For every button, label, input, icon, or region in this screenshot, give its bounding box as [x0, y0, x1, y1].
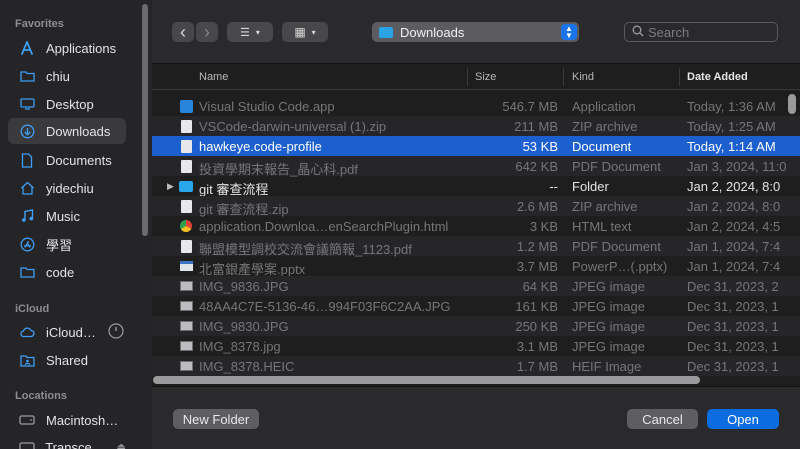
sidebar-item-macintosh-hd[interactable]: Macintosh…: [8, 407, 126, 433]
sidebar-item-desktop[interactable]: Desktop: [8, 91, 126, 117]
table-row[interactable]: 聯盟模型調校交流會議簡報_1123.pdf 1.2 MB PDF Documen…: [152, 236, 800, 257]
table-row[interactable]: IMG_8378.HEIC 1.7 MB HEIF Image Dec 31, …: [152, 356, 800, 376]
column-header-date-added[interactable]: Date Added: [687, 71, 748, 83]
table-row[interactable]: application.Downloa…enSearchPlugin.html …: [152, 216, 800, 236]
table-row[interactable]: IMG_9836.JPG 64 KB JPEG image Dec 31, 20…: [152, 276, 800, 296]
location-popup[interactable]: Downloads ▲ ▼: [372, 22, 579, 42]
sidebar-item-downloads[interactable]: Downloads: [8, 118, 126, 144]
downloads-icon: [16, 122, 38, 140]
table-row[interactable]: 北富銀產學案.pptx 3.7 MB PowerP…(.pptx) Jan 1,…: [152, 256, 800, 277]
table-row[interactable]: IMG_9830.JPG 250 KB JPEG image Dec 31, 2…: [152, 316, 800, 336]
search-field[interactable]: [624, 22, 778, 42]
back-button[interactable]: ‹: [172, 22, 194, 42]
chevron-down-icon: ▾: [311, 27, 316, 37]
grid-view-icon: ▦: [294, 25, 306, 39]
table-row-selected[interactable]: hawkeye.code-profile 53 KB Document Toda…: [152, 136, 800, 156]
toolbar: ‹ › ☰ ▾ ▦ ▾ Downloads ▲ ▼: [152, 0, 800, 64]
document-icon: [179, 139, 193, 153]
column-header-name[interactable]: Name: [199, 71, 228, 83]
list-view-icon: ☰: [240, 26, 250, 39]
folder-icon: [379, 26, 393, 38]
pdf-icon: [179, 239, 193, 253]
sidebar-scrollbar[interactable]: [142, 4, 148, 236]
desktop-icon: [16, 95, 38, 113]
table-row[interactable]: VSCode-darwin-universal (1).zip 211 MB Z…: [152, 116, 800, 136]
chevron-down-icon: ▾: [255, 27, 260, 37]
folder-icon: [179, 179, 193, 193]
search-icon: [632, 25, 644, 40]
app-store-icon: [16, 235, 38, 253]
folder-icon: [16, 67, 38, 85]
external-disk-icon: [16, 438, 37, 449]
file-rows: Visual Studio Code.app 546.7 MB Applicat…: [152, 96, 800, 376]
cancel-button[interactable]: Cancel: [627, 409, 698, 429]
home-icon: [16, 179, 38, 197]
table-row[interactable]: IMG_8378.jpg 3.1 MB JPEG image Dec 31, 2…: [152, 336, 800, 356]
document-icon: [16, 151, 38, 169]
table-row[interactable]: ▶ git 審查流程 -- Folder Jan 2, 2024, 8:0: [152, 176, 800, 197]
image-icon: [179, 299, 193, 313]
chevron-left-icon: ‹: [180, 22, 186, 42]
sidebar-item-code[interactable]: code: [8, 259, 126, 285]
new-folder-button[interactable]: New Folder: [173, 409, 259, 429]
column-header-size[interactable]: Size: [475, 71, 496, 83]
pdf-icon: [179, 159, 193, 173]
column-divider[interactable]: [679, 68, 680, 86]
sidebar-item-transcend[interactable]: Transce… ⏏: [8, 434, 126, 449]
table-row[interactable]: Visual Studio Code.app 546.7 MB Applicat…: [152, 96, 800, 116]
applications-icon: [16, 39, 38, 57]
image-icon: [179, 359, 193, 373]
music-icon: [16, 207, 38, 225]
sidebar-item-documents[interactable]: Documents: [8, 147, 126, 173]
open-button[interactable]: Open: [707, 409, 779, 429]
vscode-icon: [179, 99, 193, 113]
sidebar-item-study[interactable]: 學習: [8, 231, 126, 257]
file-list: Name Size Kind Date Added Visual Studio …: [152, 64, 800, 386]
zip-icon: [179, 199, 193, 213]
section-favorites-heading: Favorites: [15, 18, 64, 30]
pptx-icon: [179, 259, 193, 273]
disclosure-triangle-icon[interactable]: ▶: [167, 181, 177, 192]
sidebar-item-shared[interactable]: Shared: [8, 347, 126, 373]
table-row[interactable]: 48AA4C7E-5136-46…994F03F6C2AA.JPG 161 KB…: [152, 296, 800, 316]
table-row[interactable]: git 審查流程.zip 2.6 MB ZIP archive Jan 2, 2…: [152, 196, 800, 217]
disk-icon: [16, 411, 38, 429]
chrome-icon: [179, 219, 193, 233]
section-icloud-heading: iCloud: [15, 303, 50, 315]
eject-icon[interactable]: ⏏: [117, 442, 126, 449]
image-icon: [179, 279, 193, 293]
shared-folder-icon: [16, 351, 38, 369]
forward-button[interactable]: ›: [196, 22, 218, 42]
image-icon: [179, 339, 193, 353]
sidebar-item-icloud-drive[interactable]: iCloud…: [8, 319, 126, 345]
chevron-right-icon: ›: [204, 22, 210, 42]
search-input[interactable]: [648, 24, 768, 40]
vertical-scrollbar[interactable]: [788, 94, 796, 114]
image-icon: [179, 319, 193, 333]
horizontal-scrollbar[interactable]: [153, 376, 700, 384]
sidebar-item-chiu[interactable]: chiu: [8, 63, 126, 89]
zip-icon: [179, 119, 193, 133]
cloud-icon: [16, 323, 38, 341]
up-down-arrows-icon: ▲ ▼: [561, 24, 577, 40]
location-label: Downloads: [400, 24, 465, 40]
sidebar-item-music[interactable]: Music: [8, 203, 126, 229]
column-header-row: Name Size Kind Date Added: [152, 64, 800, 90]
view-grid-button[interactable]: ▦ ▾: [282, 22, 328, 42]
icloud-progress-icon: [108, 322, 124, 342]
sidebar: Favorites Applications chiu Desktop Down…: [0, 0, 152, 449]
sidebar-item-applications[interactable]: Applications: [8, 35, 126, 61]
folder-icon: [16, 263, 38, 281]
column-header-kind[interactable]: Kind: [572, 71, 594, 83]
section-locations-heading: Locations: [15, 390, 67, 402]
view-list-button[interactable]: ☰ ▾: [227, 22, 273, 42]
dialog-footer: New Folder Cancel Open: [152, 386, 800, 449]
table-row[interactable]: 投資學期末報告_晶心科.pdf 642 KB PDF Document Jan …: [152, 156, 800, 177]
column-divider[interactable]: [563, 68, 564, 86]
sidebar-item-yidechiu[interactable]: yidechiu: [8, 175, 126, 201]
column-divider[interactable]: [467, 68, 468, 86]
